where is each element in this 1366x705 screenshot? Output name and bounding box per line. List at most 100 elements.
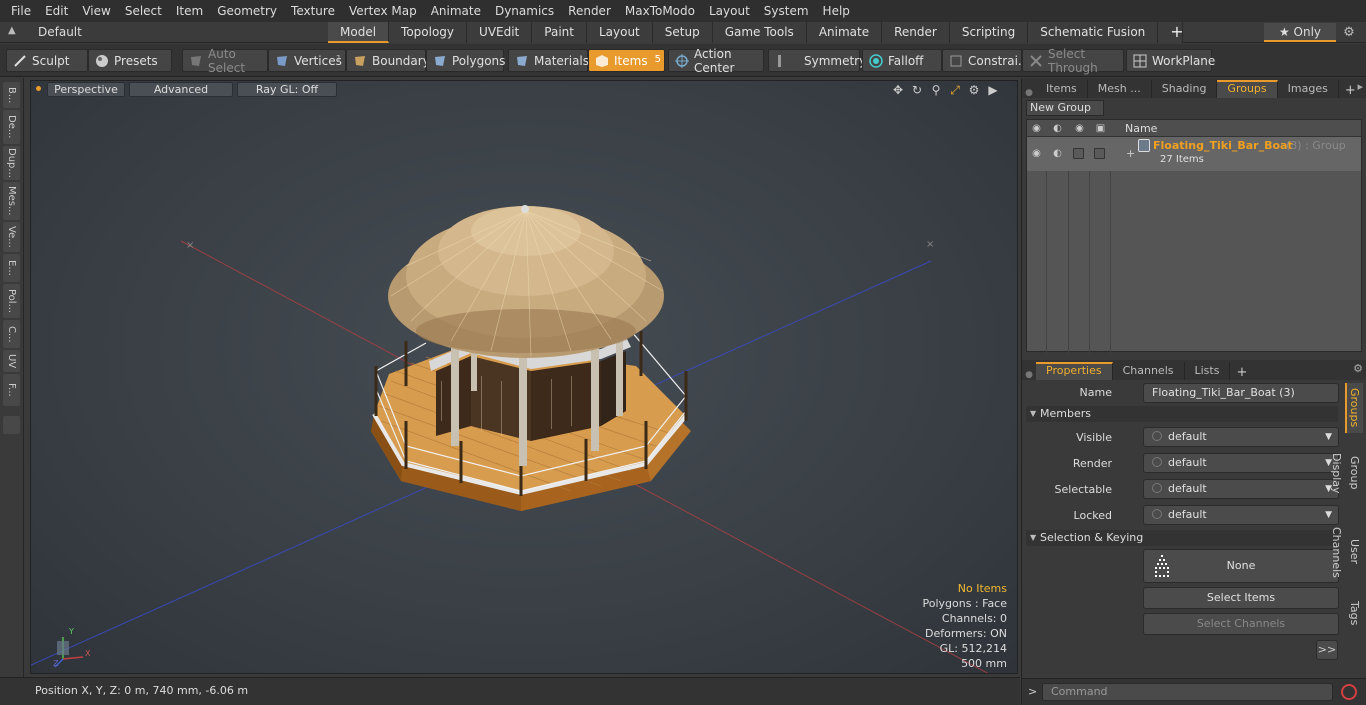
- add-tab-icon[interactable]: +: [1158, 22, 1184, 43]
- maximize-view-icon[interactable]: ⤢: [947, 82, 963, 98]
- auto-select-button[interactable]: Auto Select: [182, 47, 268, 75]
- tab-uvedit[interactable]: UVEdit: [467, 22, 533, 43]
- command-input[interactable]: Command: [1042, 683, 1333, 701]
- tab-paint[interactable]: Paint: [532, 22, 587, 43]
- symmetry-button[interactable]: Symmetry: [768, 49, 866, 72]
- menu-item[interactable]: Item: [169, 0, 210, 22]
- menu-dynamics[interactable]: Dynamics: [488, 0, 561, 22]
- gear-icon[interactable]: ⚙: [1340, 24, 1358, 42]
- vtab-deform[interactable]: De...: [3, 110, 20, 144]
- vertices-button[interactable]: Vertices 1: [268, 49, 346, 72]
- panel-settings-icon[interactable]: ⚙: [1353, 362, 1363, 375]
- vtab-expand[interactable]: [3, 416, 20, 434]
- tab-animate[interactable]: Animate: [806, 22, 883, 43]
- menu-animate[interactable]: Animate: [424, 0, 488, 22]
- tab-mesh[interactable]: Mesh ...: [1088, 80, 1152, 98]
- polygons-button[interactable]: Polygons: [426, 49, 505, 72]
- constraints-button[interactable]: Constrai...: [942, 49, 1029, 72]
- tab-images[interactable]: Images: [1278, 80, 1339, 98]
- menu-help[interactable]: Help: [816, 0, 857, 22]
- menu-edit[interactable]: Edit: [38, 0, 75, 22]
- viewport-menu-dot[interactable]: [36, 86, 41, 91]
- selectable-dropdown[interactable]: default ▼: [1143, 479, 1339, 499]
- tab-layout[interactable]: Layout: [586, 22, 653, 43]
- zoom-view-icon[interactable]: ⚲: [928, 82, 944, 98]
- visible-dropdown[interactable]: default ▼: [1143, 427, 1339, 447]
- tab-schematic-fusion[interactable]: Schematic Fusion: [1028, 22, 1159, 43]
- menu-system[interactable]: System: [757, 0, 816, 22]
- rotate-view-icon[interactable]: ↻: [909, 82, 925, 98]
- viewport-settings-icon[interactable]: ⚙: [966, 82, 982, 98]
- tab-items[interactable]: Items: [1036, 80, 1088, 98]
- materials-button[interactable]: Materials: [508, 49, 589, 72]
- name-column-header[interactable]: Name: [1125, 122, 1157, 135]
- vtab-vertex[interactable]: Ve...: [3, 222, 20, 252]
- row-select-checkbox[interactable]: [1073, 148, 1084, 159]
- tab-scripting[interactable]: Scripting: [949, 22, 1029, 43]
- tab-groups[interactable]: Groups: [1217, 80, 1278, 98]
- row-visible-icon[interactable]: ◉: [1030, 147, 1043, 160]
- select-icon[interactable]: ◉: [1073, 122, 1086, 135]
- new-group-button[interactable]: New Group: [1026, 100, 1104, 116]
- menu-view[interactable]: View: [75, 0, 117, 22]
- sculpt-button[interactable]: Sculpt: [6, 49, 88, 72]
- panel-dot-icon[interactable]: ●: [1022, 88, 1036, 98]
- vtab-fusion[interactable]: F...: [3, 374, 20, 406]
- vtab-edge[interactable]: E...: [3, 254, 20, 282]
- vtab-mesh-edit[interactable]: Mes...: [3, 182, 20, 220]
- name-field[interactable]: Floating_Tiki_Bar_Boat (3): [1143, 383, 1339, 403]
- items-button[interactable]: Items 5: [588, 49, 665, 72]
- select-channels-button[interactable]: Select Channels: [1143, 613, 1339, 635]
- lock-icon[interactable]: ▣: [1094, 122, 1107, 135]
- menu-layout[interactable]: Layout: [702, 0, 757, 22]
- menu-vertex-map[interactable]: Vertex Map: [342, 0, 424, 22]
- vtab-group-display[interactable]: Group Display: [1330, 437, 1363, 509]
- vtab-user-channels[interactable]: User Channels: [1330, 513, 1363, 591]
- only-button[interactable]: ★ Only: [1264, 23, 1336, 42]
- add-tab-icon-2[interactable]: +: [1230, 365, 1253, 380]
- tab-render[interactable]: Render: [882, 22, 950, 43]
- members-section[interactable]: ▼ Members: [1026, 406, 1338, 422]
- render-dropdown[interactable]: default ▼: [1143, 453, 1339, 473]
- tab-lists[interactable]: Lists: [1185, 362, 1231, 380]
- boundary-button[interactable]: Boundary: [346, 49, 430, 72]
- group-row[interactable]: ◉ ◐ + Floating_Tiki_Bar_Boat (3) : Group…: [1027, 137, 1361, 171]
- tab-shading[interactable]: Shading: [1152, 80, 1218, 98]
- falloff-button[interactable]: Falloff: [862, 49, 942, 72]
- expand-button[interactable]: >>: [1316, 640, 1338, 660]
- tab-topology[interactable]: Topology: [389, 22, 468, 43]
- layout-up-icon[interactable]: ▲: [8, 25, 16, 36]
- group-name[interactable]: Floating_Tiki_Bar_Boat: [1153, 139, 1293, 152]
- vtab-polygon[interactable]: Pol...: [3, 284, 20, 318]
- panel-dot-icon-2[interactable]: ●: [1022, 370, 1036, 380]
- workplane-button[interactable]: WorkPlane: [1126, 49, 1215, 72]
- panel-menu-icon[interactable]: ▸: [1357, 80, 1363, 93]
- menu-file[interactable]: File: [4, 0, 38, 22]
- menu-select[interactable]: Select: [118, 0, 169, 22]
- presets-button[interactable]: Presets: [88, 49, 172, 72]
- view-type-button[interactable]: Perspective: [47, 82, 125, 97]
- key-none-button[interactable]: None: [1143, 549, 1339, 583]
- vtab-groups[interactable]: Groups: [1345, 383, 1363, 433]
- selection-keying-section[interactable]: ▼ Selection & Keying: [1026, 530, 1338, 546]
- expand-icon[interactable]: +: [1126, 147, 1135, 160]
- row-render-icon[interactable]: ◐: [1051, 147, 1064, 160]
- render-icon[interactable]: ◐: [1051, 122, 1064, 135]
- tab-properties[interactable]: Properties: [1036, 362, 1113, 380]
- select-through-button[interactable]: Select Through: [1022, 47, 1124, 75]
- row-lock-checkbox[interactable]: [1094, 148, 1105, 159]
- viewport-play-icon[interactable]: ▶: [985, 82, 1001, 98]
- shading-button[interactable]: Advanced: [129, 82, 233, 97]
- tab-setup[interactable]: Setup: [652, 22, 713, 43]
- layout-selector[interactable]: Default Layouts ▼: [32, 23, 132, 58]
- menu-texture[interactable]: Texture: [284, 0, 342, 22]
- menu-render[interactable]: Render: [561, 0, 618, 22]
- vtab-duplicate[interactable]: Dup...: [3, 146, 20, 180]
- tab-model[interactable]: Model: [328, 22, 390, 43]
- vtab-curve[interactable]: C...: [3, 320, 20, 348]
- move-view-icon[interactable]: ✥: [890, 82, 906, 98]
- vtab-basic[interactable]: B...: [3, 82, 20, 108]
- raygl-button[interactable]: Ray GL: Off: [237, 82, 337, 97]
- tab-game-tools[interactable]: Game Tools: [712, 22, 807, 43]
- 3d-viewport[interactable]: × × Perspective Advanced Ray GL: Off ✥ ↻…: [30, 80, 1018, 674]
